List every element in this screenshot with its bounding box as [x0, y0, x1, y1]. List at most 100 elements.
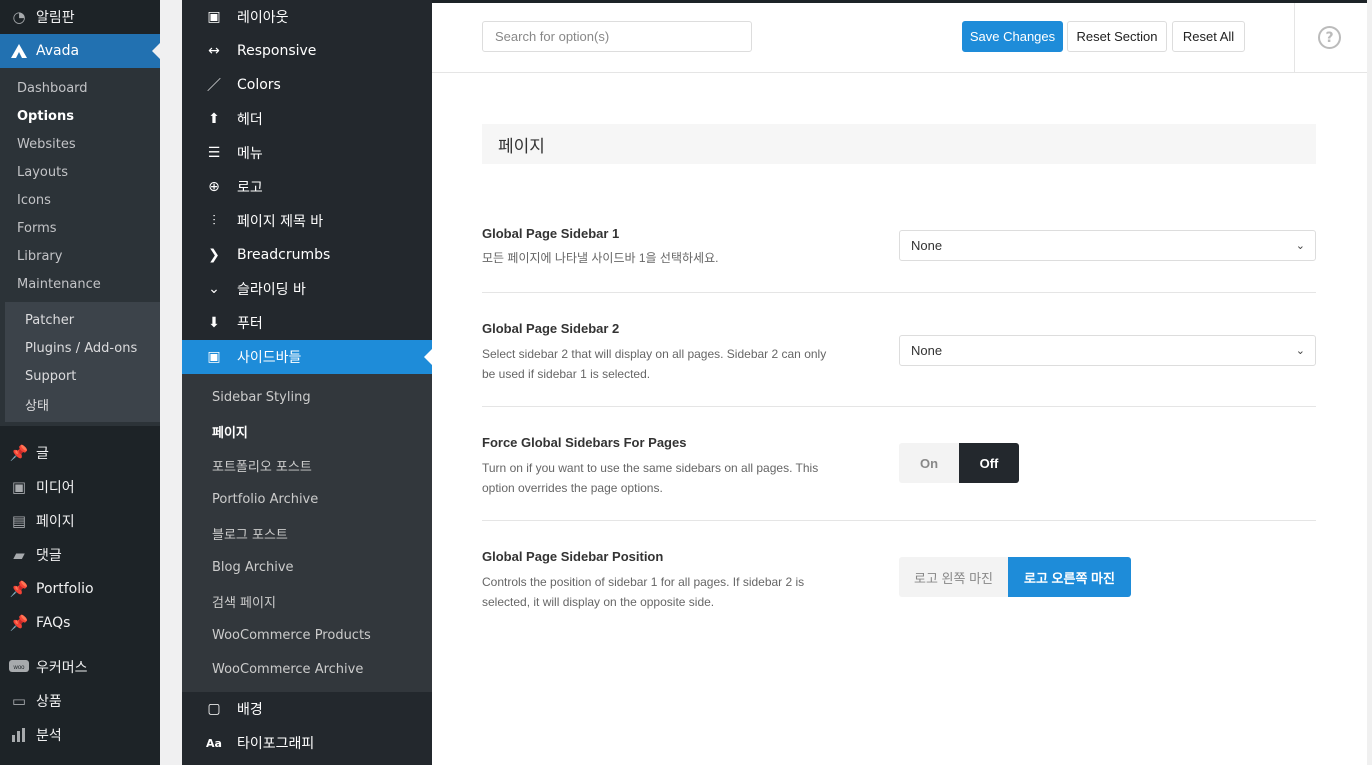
archive-box-icon: ▭	[11, 692, 27, 710]
header-divider	[1294, 3, 1295, 73]
wp-menu-products[interactable]: ▭ 상품	[0, 684, 160, 718]
nav-background[interactable]: ▢ 배경	[182, 692, 432, 726]
sidebar-2-select[interactable]: None ⌄	[899, 335, 1316, 366]
monitor-icon: ▢	[207, 701, 221, 717]
position-left-button[interactable]: 로고 왼쪽 마진	[899, 557, 1008, 597]
sub-page[interactable]: 페이지	[182, 414, 432, 448]
nav-layout[interactable]: ▣ 레이아웃	[182, 0, 432, 34]
wp-menu-portfolio[interactable]: 📌 Portfolio	[0, 572, 160, 606]
content-gutter	[160, 0, 182, 765]
nav-sidebars-label: 사이드바들	[237, 350, 302, 366]
maintenance-sub-support[interactable]: Support	[5, 362, 165, 390]
nav-page-title-bar[interactable]: ⫶ 페이지 제목 바	[182, 204, 432, 238]
maintenance-sub-status[interactable]: 상태	[5, 390, 165, 418]
reset-section-button[interactable]: Reset Section	[1067, 21, 1167, 52]
nav-typography[interactable]: Aa 타이포그래피	[182, 726, 432, 760]
nav-colors[interactable]: ／ Colors	[182, 68, 432, 102]
sliders-icon: ⫶	[212, 213, 216, 229]
wp-menu-posts-label: 글	[36, 446, 49, 462]
wp-menu-pages-label: 페이지	[36, 514, 75, 530]
nav-footer-label: 푸터	[237, 316, 263, 332]
wp-menu-avada[interactable]: Avada	[0, 34, 160, 68]
reset-all-button[interactable]: Reset All	[1172, 21, 1245, 52]
pages-icon: ▤	[11, 512, 27, 530]
nav-responsive[interactable]: ↔ Responsive	[182, 34, 432, 68]
option-sidebar-2: Global Page Sidebar 2 Select sidebar 2 t…	[482, 293, 1316, 407]
sub-portfolio-post[interactable]: 포트폴리오 포스트	[182, 448, 432, 482]
toggle-on-button[interactable]: On	[899, 443, 959, 483]
sidebar-position-toggle: 로고 왼쪽 마진 로고 오른쪽 마진	[899, 557, 1131, 597]
force-sidebars-toggle: On Off	[899, 443, 1019, 483]
scrollbar-track	[1367, 0, 1372, 765]
toggle-off-button[interactable]: Off	[959, 443, 1019, 483]
plus-circle-icon: ⊕	[208, 179, 220, 195]
wp-menu-posts[interactable]: 📌 글	[0, 436, 160, 470]
section-title: 페이지	[482, 124, 1316, 164]
maintenance-sub-plugins[interactable]: Plugins / Add-ons	[5, 334, 165, 362]
arrow-up-icon: ⬆	[208, 111, 220, 127]
avada-sub-layouts[interactable]: Layouts	[0, 158, 160, 186]
option-sidebar-2-label: Global Page Sidebar 2	[482, 321, 620, 336]
wp-menu-dashboard[interactable]: ◔ 알림판	[0, 0, 160, 34]
avada-sub-library[interactable]: Library	[0, 242, 160, 270]
option-sidebar-1-label: Global Page Sidebar 1	[482, 226, 620, 241]
sub-portfolio-archive[interactable]: Portfolio Archive	[182, 482, 432, 516]
option-sidebar-2-desc: Select sidebar 2 that will display on al…	[482, 347, 827, 381]
wp-menu-woocommerce[interactable]: woo 우커머스	[0, 650, 160, 684]
wp-menu-pages[interactable]: ▤ 페이지	[0, 504, 160, 538]
avada-sub-dashboard[interactable]: Dashboard	[0, 74, 160, 102]
brush-icon: ／	[207, 78, 221, 94]
bar-chart-icon	[9, 725, 29, 745]
search-input[interactable]	[482, 21, 752, 52]
options-panel: Save Changes Reset Section Reset All ? 페…	[432, 3, 1367, 765]
comment-icon: ▰	[13, 546, 25, 564]
wp-menu-media[interactable]: ▣ 미디어	[0, 470, 160, 504]
sub-woo-archive[interactable]: WooCommerce Archive	[182, 652, 432, 686]
help-icon[interactable]: ?	[1318, 26, 1341, 49]
nav-breadcrumbs[interactable]: ❯ Breadcrumbs	[182, 238, 432, 272]
options-header: Save Changes Reset Section Reset All ?	[432, 3, 1367, 73]
avada-sub-icons[interactable]: Icons	[0, 186, 160, 214]
sub-blog-post[interactable]: 블로그 포스트	[182, 516, 432, 550]
wp-menu-avada-label: Avada	[36, 43, 80, 59]
avada-sub-forms[interactable]: Forms	[0, 214, 160, 242]
chevron-down-icon: ⌄	[1295, 240, 1305, 252]
sidebar-1-select[interactable]: None ⌄	[899, 230, 1316, 261]
media-icon: ▣	[11, 478, 27, 496]
position-right-button[interactable]: 로고 오른쪽 마진	[1008, 557, 1131, 597]
nav-logo[interactable]: ⊕ 로고	[182, 170, 432, 204]
wp-menu-media-label: 미디어	[36, 480, 75, 496]
sub-sidebar-styling[interactable]: Sidebar Styling	[182, 380, 432, 414]
option-sidebar-position: Global Page Sidebar Position Controls th…	[482, 521, 1316, 631]
save-changes-button[interactable]: Save Changes	[962, 21, 1063, 52]
avada-sub-websites[interactable]: Websites	[0, 130, 160, 158]
nav-sidebars[interactable]: ▣ 사이드바들	[182, 340, 432, 374]
arrow-down-icon: ⬇	[208, 315, 220, 331]
sub-search-page[interactable]: 검색 페이지	[182, 584, 432, 618]
nav-sliding-bar[interactable]: ⌄ 슬라이딩 바	[182, 272, 432, 306]
maintenance-sub-patcher[interactable]: Patcher	[5, 306, 165, 334]
avada-sub-maintenance[interactable]: Maintenance	[0, 270, 160, 298]
sidebars-submenu: Sidebar Styling 페이지 포트폴리오 포스트 Portfolio …	[182, 374, 432, 692]
option-force-sidebars: Force Global Sidebars For Pages Turn on …	[482, 407, 1316, 521]
sub-blog-archive[interactable]: Blog Archive	[182, 550, 432, 584]
avada-sub-options[interactable]: Options	[0, 102, 160, 130]
wp-menu-faqs[interactable]: 📌 FAQs	[0, 606, 160, 640]
sub-woo-products[interactable]: WooCommerce Products	[182, 618, 432, 652]
wp-menu-comments[interactable]: ▰ 댓글	[0, 538, 160, 572]
nav-colors-label: Colors	[237, 77, 281, 93]
hamburger-icon: ☰	[207, 145, 221, 161]
pin-icon: 📌	[9, 444, 29, 462]
nav-breadcrumbs-label: Breadcrumbs	[237, 247, 331, 263]
nav-header[interactable]: ⬆ 헤더	[182, 102, 432, 136]
nav-menu[interactable]: ☰ 메뉴	[182, 136, 432, 170]
nav-page-title-bar-label: 페이지 제목 바	[237, 214, 324, 230]
chevron-down-icon: ⌄	[1295, 345, 1305, 357]
wp-menu-woocommerce-label: 우커머스	[36, 660, 88, 676]
nav-typography-label: 타이포그래피	[237, 736, 315, 752]
sidebar-layout-icon: ▣	[207, 349, 221, 365]
wp-menu-analytics[interactable]: 분석	[0, 718, 160, 752]
wp-menu-comments-label: 댓글	[36, 548, 62, 564]
sidebar-1-select-value: None	[911, 238, 943, 253]
nav-footer[interactable]: ⬇ 푸터	[182, 306, 432, 340]
